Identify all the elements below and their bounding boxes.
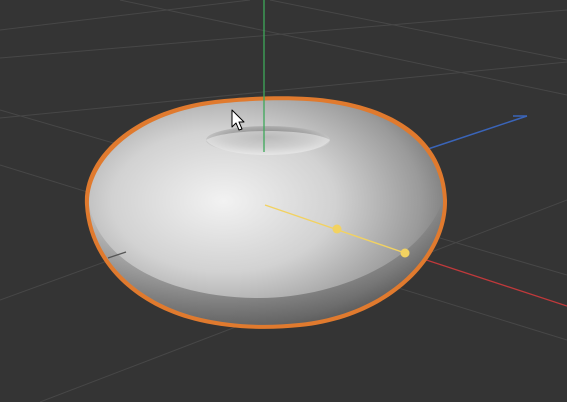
x-axis-line [404,252,567,307]
torus-object[interactable] [84,96,448,329]
viewport-canvas[interactable] [0,0,567,402]
light-handle-far[interactable] [400,248,410,258]
light-handle-near[interactable] [332,224,342,234]
3d-viewport[interactable] [0,0,567,402]
